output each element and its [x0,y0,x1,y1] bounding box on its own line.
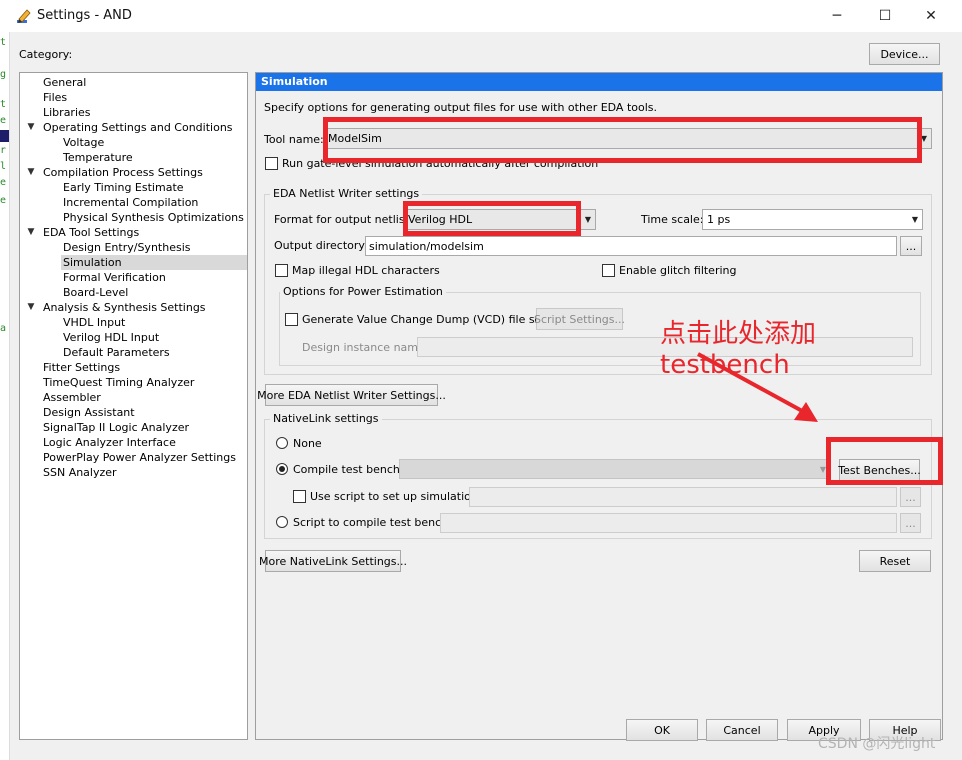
panel-header: Simulation [256,73,942,91]
tree-item-ssn-analyzer[interactable]: SSN Analyzer [43,465,117,480]
tree-item-design-assistant[interactable]: Design Assistant [43,405,135,420]
reset-button[interactable]: Reset [859,550,931,572]
watermark: CSDN @闪光light [818,736,936,752]
device-button[interactable]: Device... [869,43,940,65]
panel-description: Specify options for generating output fi… [264,101,658,114]
tree-item-formal-verification[interactable]: Formal Verification [63,270,166,285]
highlight-box-tool-name [323,117,922,163]
tree-item-incremental-compilation[interactable]: Incremental Compilation [63,195,198,210]
use-script-label: Use script to set up simulation: [310,490,482,503]
highlight-box-test-benches [826,437,943,485]
ok-button[interactable]: OK [626,719,698,741]
run-gate-level-checkbox[interactable] [265,157,278,170]
tree-item-general[interactable]: General [43,75,86,90]
glitch-filter-checkbox[interactable] [602,264,615,277]
tree-item-vhdl-input[interactable]: VHDL Input [63,315,125,330]
tree-item-physical-synthesis[interactable]: Physical Synthesis Optimizations [63,210,244,225]
tree-item-design-entry[interactable]: Design Entry/Synthesis [63,240,190,255]
gutter-char: l [0,161,7,172]
compile-tb-dropdown[interactable]: ▼ [399,459,831,479]
dropdown-arrow-icon: ▼ [911,215,919,224]
tree-item-fitter-settings[interactable]: Fitter Settings [43,360,120,375]
tree-item-verilog-input[interactable]: Verilog HDL Input [63,330,159,345]
tree-item-simulation[interactable]: Simulation [61,255,247,270]
tool-name-label: Tool name: [264,133,324,146]
tree-item-timequest[interactable]: TimeQuest Timing Analyzer [43,375,194,390]
map-illegal-label: Map illegal HDL characters [292,264,440,277]
tree-item-compilation-process[interactable]: Compilation Process Settings [43,165,203,180]
tree-item-logic-analyzer-interface[interactable]: Logic Analyzer Interface [43,435,176,450]
tree-item-signaltap[interactable]: SignalTap II Logic Analyzer [43,420,189,435]
gutter-char: e [0,195,7,206]
format-label: Format for output netlist: [274,213,413,226]
tree-item-default-parameters[interactable]: Default Parameters [63,345,170,360]
output-dir-label: Output directory: [274,239,368,252]
timescale-value: 1 ps [707,213,731,226]
gutter-char: g [0,69,7,80]
vcd-checkbox[interactable] [285,313,298,326]
instance-name-label: Design instance name: [302,341,429,354]
nativelink-group-title: NativeLink settings [270,412,382,425]
annotation-text-line1: 点击此处添加 [660,319,817,349]
map-illegal-checkbox[interactable] [275,264,288,277]
timescale-dropdown[interactable]: 1 ps ▼ [702,209,923,230]
annotation-arrow-icon [697,352,818,422]
script-compile-input[interactable] [440,513,897,533]
window-title: Settings - AND [37,8,132,23]
script-settings-button[interactable]: Script Settings... [534,308,625,330]
power-group-title: Options for Power Estimation [280,285,446,298]
tree-item-board-level[interactable]: Board-Level [63,285,128,300]
category-tree[interactable]: General Files Libraries ▼ Operating Sett… [19,72,248,740]
compile-tb-label: Compile test bench: [293,463,404,476]
output-dir-browse-button[interactable]: ... [900,236,922,256]
timescale-label: Time scale: [641,213,704,226]
vcd-label: Generate Value Change Dump (VCD) file sc… [302,313,560,326]
more-nativelink-settings-button[interactable]: More NativeLink Settings... [259,550,407,572]
tree-item-early-timing[interactable]: Early Timing Estimate [63,180,184,195]
settings-pencil-icon [15,7,33,25]
tree-item-assembler[interactable]: Assembler [43,390,101,405]
gutter-char: r [0,145,7,156]
output-dir-input[interactable]: simulation/modelsim [365,236,897,256]
script-compile-label: Script to compile test bench: [293,516,452,529]
netlist-group-title: EDA Netlist Writer settings [270,187,423,200]
tree-item-powerplay[interactable]: PowerPlay Power Analyzer Settings [43,450,236,465]
tree-item-operating-settings[interactable]: Operating Settings and Conditions [43,120,233,135]
highlight-box-format [403,201,581,236]
dropdown-arrow-icon: ▼ [584,215,592,224]
none-label: None [293,437,322,450]
use-script-browse-button[interactable]: ... [900,487,921,507]
script-compile-browse-button[interactable]: ... [900,513,921,533]
gutter-char: t [0,99,7,110]
tree-item-files[interactable]: Files [43,90,67,105]
tree-item-temperature[interactable]: Temperature [63,150,133,165]
category-label: Category: [19,48,73,61]
maximize-button[interactable]: ☐ [862,0,908,32]
use-script-input[interactable] [469,487,897,507]
chevron-down-icon[interactable]: ▼ [26,120,36,135]
script-compile-radio[interactable] [276,516,288,528]
tree-item-libraries[interactable]: Libraries [43,105,91,120]
use-script-checkbox[interactable] [293,490,306,503]
more-netlist-settings-button[interactable]: More EDA Netlist Writer Settings... [257,384,446,406]
gutter-char: t [0,37,7,48]
none-radio[interactable] [276,437,288,449]
compile-tb-radio[interactable] [276,463,288,475]
tree-item-analysis-synthesis[interactable]: Analysis & Synthesis Settings [43,300,206,315]
cancel-button[interactable]: Cancel [706,719,778,741]
chevron-down-icon[interactable]: ▼ [26,300,36,315]
close-button[interactable]: ✕ [908,0,954,32]
tree-item-eda-tool-settings[interactable]: EDA Tool Settings [43,225,139,240]
chevron-down-icon[interactable]: ▼ [26,225,36,240]
background-editor-gutter: t g t e r l e e a [0,32,10,760]
gutter-char: e [0,177,7,188]
minimize-button[interactable]: ─ [814,0,860,32]
gutter-char: e [0,115,7,126]
tree-item-voltage[interactable]: Voltage [63,135,104,150]
glitch-filter-label: Enable glitch filtering [619,264,737,277]
simulation-panel [255,72,943,740]
gutter-selection [0,130,9,142]
chevron-down-icon[interactable]: ▼ [26,165,36,180]
gutter-char: a [0,323,7,334]
